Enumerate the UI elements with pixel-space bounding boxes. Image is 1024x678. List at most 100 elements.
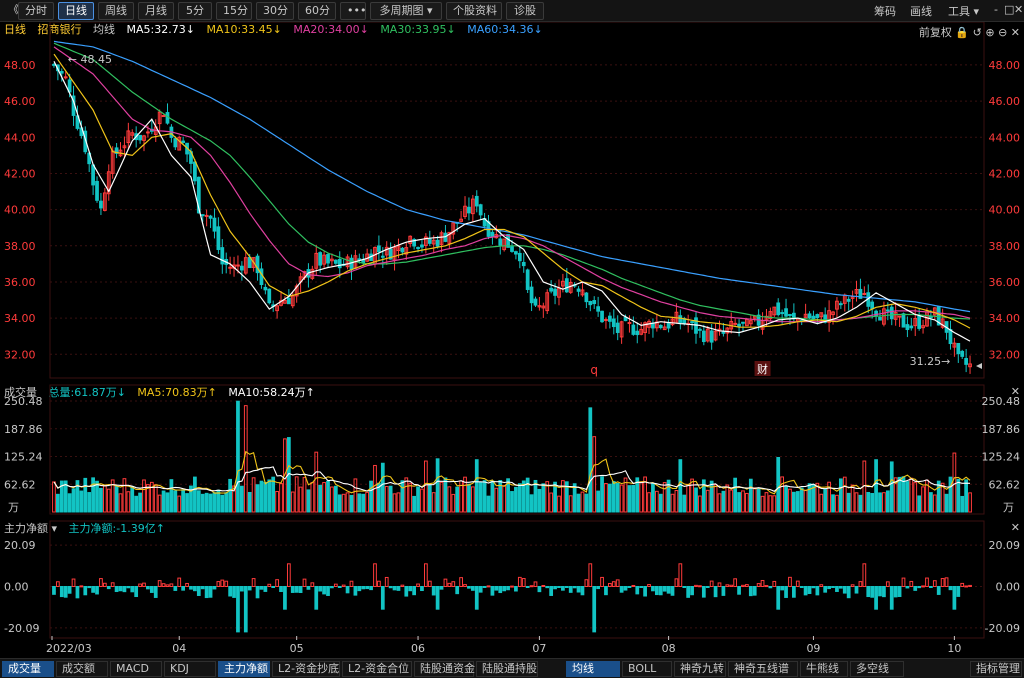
flow-bar: [893, 586, 898, 598]
toolbar-right-2[interactable]: 工具 ▾: [948, 3, 979, 19]
bottom-tab-0[interactable]: 成交量: [2, 661, 54, 677]
flow-bar: [882, 586, 886, 598]
candle-body: [889, 306, 894, 320]
bottom-tab-8[interactable]: 陆股通持股: [476, 661, 538, 677]
volume-bar: [424, 460, 428, 513]
bottom-tab-2[interactable]: MACD: [110, 661, 162, 677]
candle-body: [99, 200, 103, 209]
price-tick-left: 38.00: [4, 240, 36, 253]
volume-unit-right: 万: [1003, 501, 1014, 514]
volume-unit-left: 万: [8, 501, 19, 514]
period-button-3[interactable]: 月线: [138, 2, 174, 20]
volume-bar: [267, 479, 272, 513]
flow-tick-left: 0.00: [4, 581, 29, 594]
bottom-tab-6[interactable]: L2-资金合位: [342, 661, 412, 677]
flow-bar: [592, 586, 597, 633]
bottom-tab-4[interactable]: 主力净额: [218, 661, 270, 677]
flow-bar: [357, 586, 362, 592]
flow-bar: [212, 586, 217, 590]
candle-body: [349, 257, 354, 270]
volume-bar: [200, 493, 205, 513]
stock-chart[interactable]: 32.00 32.00 34.00 34.00 36.00 36.00 38.00 38.00…: [0, 22, 1024, 658]
volume-bar: [549, 492, 554, 513]
volume-bar: [721, 490, 726, 513]
period-button-2[interactable]: 周线: [98, 2, 134, 20]
flow-bar: [694, 584, 698, 587]
volume-bar: [752, 487, 757, 513]
close-window-icon[interactable]: ✕: [1014, 3, 1023, 16]
flow-bar: [502, 586, 507, 592]
bottom-tab-15[interactable]: 指标管理: [970, 661, 1022, 677]
collapse-button[interactable]: 《: [2, 2, 19, 20]
flow-bar: [831, 586, 835, 588]
flow-bar: [854, 586, 859, 594]
bottom-tab-1[interactable]: 成交额: [56, 661, 108, 677]
flow-bar: [365, 586, 370, 590]
flow-bar: [885, 581, 890, 587]
bottom-tab-12[interactable]: 神奇五线谱: [728, 661, 798, 677]
volume-bar: [647, 492, 651, 513]
candle-body: [576, 288, 581, 292]
volume-bar: [153, 484, 158, 513]
period-button-6[interactable]: 30分: [256, 2, 294, 20]
flow-bar: [627, 586, 632, 588]
volume-bar: [392, 493, 397, 513]
volume-bar: [91, 477, 95, 513]
bottom-tab-5[interactable]: L2-资金抄底: [272, 661, 340, 677]
volume-bar: [611, 481, 616, 513]
period-button-0[interactable]: 分时: [18, 2, 54, 20]
flow-bar: [619, 586, 624, 593]
candle-body: [138, 134, 142, 141]
volume-bar: [247, 491, 252, 513]
flow-bar: [224, 580, 229, 588]
candle-body: [709, 330, 714, 343]
price-tick-left: 32.00: [4, 348, 36, 361]
period-button-1[interactable]: 日线: [58, 2, 94, 20]
period-button-11[interactable]: 诊股: [506, 2, 544, 20]
volume-bar: [384, 486, 389, 513]
candle-body: [263, 286, 268, 291]
volume-bar: [118, 493, 123, 513]
period-button-8[interactable]: •••: [340, 2, 366, 20]
flow-bar: [271, 586, 276, 588]
volume-bar: [807, 483, 812, 513]
price-tick-right: 44.00: [989, 131, 1021, 144]
minimize-icon[interactable]: -: [994, 3, 998, 16]
volume-bar: [870, 493, 875, 513]
candle-body: [181, 140, 186, 143]
flow-bar: [788, 576, 792, 588]
flow-bar: [611, 581, 616, 587]
bottom-tab-13[interactable]: 牛熊线: [800, 661, 848, 677]
volume-bar: [208, 493, 213, 513]
flow-bar: [964, 585, 968, 588]
period-button-10[interactable]: 个股资料: [446, 2, 502, 20]
flow-bar: [416, 583, 420, 587]
low-annotation: 31.25→: [910, 355, 951, 368]
volume-bar: [709, 480, 714, 513]
volume-bar: [882, 492, 886, 513]
period-button-7[interactable]: 60分: [298, 2, 336, 20]
bottom-tab-14[interactable]: 多空线: [850, 661, 904, 677]
period-button-5[interactable]: 15分: [216, 2, 252, 20]
candle-body: [698, 328, 702, 331]
flow-bar: [408, 586, 413, 592]
bottom-tab-3[interactable]: KDJ: [164, 661, 216, 677]
maximize-icon[interactable]: □: [1004, 3, 1014, 16]
x-axis-label: 09: [806, 642, 820, 655]
bottom-tab-10[interactable]: BOLL: [622, 661, 672, 677]
period-button-4[interactable]: 5分: [178, 2, 212, 20]
period-button-9[interactable]: 多周期图 ▾: [370, 2, 442, 20]
volume-bar: [561, 480, 565, 513]
flow-bar: [658, 586, 663, 596]
bottom-tab-9[interactable]: 均线: [566, 661, 620, 677]
candle-body: [514, 251, 518, 255]
toolbar-right-0[interactable]: 筹码: [874, 3, 896, 19]
toolbar-right-1[interactable]: 画线: [910, 3, 932, 19]
flow-bar: [897, 586, 902, 597]
volume-bar: [670, 493, 675, 513]
flow-bar: [251, 578, 256, 588]
bottom-tab-11[interactable]: 神奇九转: [674, 661, 726, 677]
bottom-tab-7[interactable]: 陆股通资金: [414, 661, 475, 677]
volume-bar: [705, 489, 710, 513]
flow-bar: [870, 586, 875, 598]
